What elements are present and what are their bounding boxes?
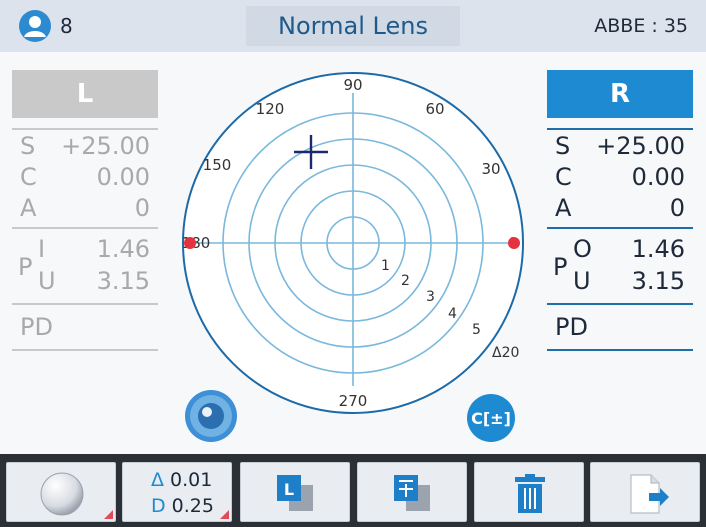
step-setting-button[interactable]: Δ 0.01 D 0.25 xyxy=(122,462,232,522)
menu-corner-indicator xyxy=(220,510,229,519)
trash-icon xyxy=(515,474,545,513)
diopter-symbol: D xyxy=(151,495,166,517)
menu-corner-indicator xyxy=(104,510,113,519)
sphere-label: S xyxy=(20,132,36,160)
cylinder-row: C 0.00 xyxy=(12,161,158,192)
delete-button[interactable] xyxy=(474,462,584,522)
user-icon[interactable] xyxy=(18,9,52,43)
angle-label-150: 150 xyxy=(203,156,232,174)
eye-icon[interactable] xyxy=(184,389,238,443)
sphere-value: +25.00 xyxy=(596,132,685,160)
lens-target: 90 60 30 0 150 120 180 270 1 2 3 4 5 Δ20 xyxy=(182,72,524,414)
prism-base-1-value: 1.46 xyxy=(631,235,685,263)
pd-label: PD xyxy=(555,313,588,341)
delta-step: Δ 0.01 xyxy=(151,469,212,491)
angle-label-30: 30 xyxy=(481,160,500,178)
angle-label-270: 270 xyxy=(339,392,368,410)
prism-label: P xyxy=(553,253,568,281)
prism-base-1-label: I xyxy=(38,235,46,263)
ring-label-2: 2 xyxy=(401,273,410,289)
angle-label-120: 120 xyxy=(256,100,285,118)
scale-label: Δ20 xyxy=(492,345,519,361)
sphere-row: S +25.00 xyxy=(12,130,158,161)
cylinder-sign-button[interactable]: C[±] xyxy=(467,394,515,442)
prism-base-1-label: O xyxy=(573,235,592,263)
left-lens-panel: L S +25.00 C 0.00 A 0 P I 1.46 U 3.15 PD xyxy=(12,70,158,351)
divider xyxy=(547,349,693,351)
left-lens-copy-icon: L xyxy=(277,475,313,511)
axis-label: A xyxy=(20,194,37,222)
pd-row: PD xyxy=(12,305,158,349)
axis-value: 0 xyxy=(669,194,685,222)
left-marker-dot xyxy=(184,237,196,249)
ring-label-4: 4 xyxy=(448,306,457,322)
delta-symbol: Δ xyxy=(151,469,164,491)
cylinder-sign-label: C[±] xyxy=(471,408,511,428)
pd-row: PD xyxy=(547,305,693,349)
prism-label: P xyxy=(18,253,33,281)
divider xyxy=(12,349,158,351)
pd-label: PD xyxy=(20,313,53,341)
export-file-icon xyxy=(630,474,669,514)
lens-type-button[interactable] xyxy=(6,462,116,522)
right-lens-panel: R S +25.00 C 0.00 A 0 P O 1.46 U 3.15 PD xyxy=(547,70,693,351)
add-copy-icon xyxy=(394,475,430,511)
ring-label-5: 5 xyxy=(472,322,481,338)
sphere-label: S xyxy=(555,132,571,160)
cylinder-value: 0.00 xyxy=(631,163,685,191)
left-side-button[interactable]: L xyxy=(12,70,158,118)
lens-sphere-icon xyxy=(40,472,84,516)
user-count: 8 xyxy=(60,14,73,38)
lens-type-label: Normal Lens xyxy=(278,12,428,40)
add-copy-button[interactable] xyxy=(357,462,467,522)
diopter-step: D 0.25 xyxy=(151,495,214,517)
cylinder-value: 0.00 xyxy=(96,163,150,191)
angle-label-90: 90 xyxy=(343,76,362,94)
prism-base-2-label: U xyxy=(573,267,591,295)
axis-row: A 0 xyxy=(547,192,693,223)
prism-base-2-value: 3.15 xyxy=(96,267,150,295)
svg-text:L: L xyxy=(284,480,294,499)
prism-base-2-label: U xyxy=(38,267,56,295)
right-marker-dot xyxy=(508,237,520,249)
right-side-button[interactable]: R xyxy=(547,70,693,118)
left-lens-copy-button[interactable]: L xyxy=(240,462,350,522)
top-bar: 8 Normal Lens ABBE : 35 xyxy=(0,0,706,52)
prism-block: P I 1.46 U 3.15 xyxy=(12,229,158,303)
diopter-step-value: 0.25 xyxy=(171,495,214,517)
bottom-toolbar: Δ 0.01 D 0.25 L xyxy=(0,454,706,527)
prism-base-1-value: 1.46 xyxy=(96,235,150,263)
axis-row: A 0 xyxy=(12,192,158,223)
sphere-row: S +25.00 xyxy=(547,130,693,161)
cylinder-row: C 0.00 xyxy=(547,161,693,192)
prism-block: P O 1.46 U 3.15 xyxy=(547,229,693,303)
angle-label-60: 60 xyxy=(425,100,444,118)
prism-base-2-value: 3.15 xyxy=(631,267,685,295)
sphere-value: +25.00 xyxy=(61,132,150,160)
ring-label-1: 1 xyxy=(381,258,390,274)
export-button[interactable] xyxy=(590,462,700,522)
cylinder-label: C xyxy=(20,163,37,191)
ring-label-3: 3 xyxy=(426,289,435,305)
lens-type-title[interactable]: Normal Lens xyxy=(246,6,460,46)
delta-step-value: 0.01 xyxy=(170,469,213,491)
axis-value: 0 xyxy=(134,194,150,222)
cylinder-label: C xyxy=(555,163,572,191)
abbe-value: ABBE : 35 xyxy=(594,15,688,37)
axis-label: A xyxy=(555,194,572,222)
